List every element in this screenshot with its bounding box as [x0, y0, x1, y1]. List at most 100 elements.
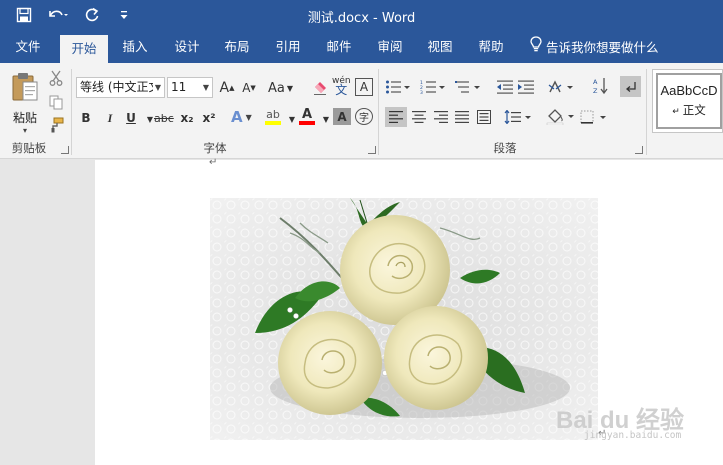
grow-font-button[interactable]: A ▲	[218, 78, 236, 98]
paste-button[interactable]: 粘贴 ▾	[8, 71, 42, 135]
styles-gallery[interactable]: AaBbCcD ↵ 正文	[652, 69, 723, 133]
enclose-chars-label: 字	[359, 113, 369, 124]
chevron-down-icon: ▼	[202, 83, 209, 92]
style-normal[interactable]: AaBbCcD ↵ 正文	[656, 73, 722, 129]
tab-layout[interactable]: 布局	[216, 32, 258, 63]
group-divider	[71, 69, 72, 155]
justify-button[interactable]	[452, 107, 472, 127]
font-color-bar	[299, 121, 315, 125]
clipboard-group-label: 剪贴板	[11, 141, 47, 155]
shading-button[interactable]	[546, 107, 576, 127]
lightbulb-icon	[530, 33, 542, 63]
phonetic-guide-glyph: 文	[335, 83, 348, 97]
decrease-indent-icon[interactable]	[496, 78, 514, 96]
char-border-button[interactable]: A	[355, 78, 373, 96]
font-size-combo[interactable]: 11 ▼	[167, 77, 213, 98]
group-divider	[646, 69, 647, 155]
borders-icon	[580, 110, 606, 124]
line-spacing-button[interactable]	[504, 107, 532, 127]
undo-icon[interactable]	[46, 5, 70, 25]
tab-references[interactable]: 引用	[267, 32, 309, 63]
clipboard-launcher-icon[interactable]	[61, 146, 69, 154]
paste-label: 粘贴	[12, 111, 37, 125]
paste-dropdown-icon[interactable]: ▾	[8, 126, 42, 135]
tab-insert[interactable]: 插入	[114, 32, 156, 63]
baidu-jingyan-watermark: Bai du 经验 jingyan.baidu.com	[556, 398, 706, 450]
tell-me-box[interactable]: 告诉我你想要做什么	[530, 32, 659, 63]
char-shading-button[interactable]: A	[333, 108, 351, 125]
paragraph-launcher-icon[interactable]	[635, 146, 643, 154]
style-sample: AaBbCcD	[660, 83, 718, 98]
change-case-button[interactable]: Aa ▼	[268, 78, 293, 98]
svg-text:A: A	[593, 78, 598, 86]
tab-help[interactable]: 帮助	[470, 32, 512, 63]
format-painter-icon[interactable]	[47, 116, 65, 134]
white-roses-picture	[210, 198, 598, 440]
align-center-button[interactable]	[409, 107, 429, 127]
paste-icon	[12, 73, 38, 101]
italic-button[interactable]: I	[101, 108, 119, 128]
bullets-icon[interactable]	[385, 78, 411, 96]
clear-formatting-icon[interactable]	[311, 79, 329, 97]
tab-home[interactable]: 开始	[60, 35, 108, 63]
copy-icon[interactable]	[47, 93, 65, 111]
quick-access-toolbar	[14, 5, 134, 25]
strikethrough-button[interactable]: abc	[154, 108, 174, 128]
char-border-label: A	[359, 80, 369, 94]
highlighter-icon: ab	[266, 108, 280, 121]
save-icon[interactable]	[14, 5, 34, 25]
tab-design[interactable]: 设计	[166, 32, 208, 63]
font-name-combo[interactable]: 等线 (中文正文 ▼	[76, 77, 165, 98]
align-left-button[interactable]	[385, 107, 407, 127]
distributed-button[interactable]	[474, 107, 494, 127]
borders-button[interactable]	[580, 107, 610, 127]
show-formatting-marks-icon[interactable]	[620, 76, 641, 97]
font-launcher-icon[interactable]	[368, 146, 376, 154]
line-spacing-icon	[504, 110, 531, 124]
redo-icon[interactable]	[82, 5, 102, 25]
text-effects-button[interactable]: A ▼	[231, 107, 252, 127]
font-size-value: 11	[171, 80, 187, 94]
paragraph-group-label: 段落	[493, 141, 517, 155]
ribbon: 粘贴 ▾ 剪贴板 等线 (中文正文 ▼ 11 ▼ A ▲ A ▼ Aa ▼ wén 文…	[0, 63, 723, 159]
tab-mailings[interactable]: 邮件	[318, 32, 360, 63]
multilevel-list-icon[interactable]	[455, 78, 481, 96]
tab-review[interactable]: 审阅	[369, 32, 411, 63]
highlight-color-bar	[265, 121, 281, 125]
increase-indent-icon[interactable]	[517, 78, 535, 96]
text-effects-label: A	[231, 108, 243, 126]
grow-font-label: A	[219, 80, 230, 96]
sort-icon[interactable]: AZ	[592, 77, 610, 95]
svg-text:Z: Z	[593, 87, 598, 95]
tab-view[interactable]: 视图	[419, 32, 461, 63]
phonetic-guide-button[interactable]: wén 文	[332, 76, 351, 97]
align-center-icon	[412, 111, 426, 123]
align-left-icon	[389, 111, 403, 123]
customize-qat-icon[interactable]	[114, 5, 134, 25]
font-group-label: 字体	[203, 141, 227, 155]
chinese-layout-icon[interactable]	[548, 78, 574, 96]
font-color-label: A	[301, 107, 313, 122]
svg-text:3: 3	[420, 90, 423, 94]
justify-icon	[455, 111, 469, 123]
paint-bucket-icon	[546, 109, 574, 125]
highlight-button[interactable]: ab	[264, 107, 282, 127]
tab-file[interactable]: 文件	[6, 32, 50, 63]
subscript-button[interactable]: x₂	[178, 108, 196, 128]
style-name: ↵ 正文	[672, 103, 706, 117]
char-shading-label: A	[337, 109, 347, 124]
cut-icon[interactable]	[47, 69, 65, 87]
shrink-font-label: A	[242, 81, 251, 95]
superscript-button[interactable]: x²	[200, 108, 218, 128]
numbering-icon[interactable]: 123	[420, 78, 446, 96]
font-color-button[interactable]: A	[298, 107, 316, 127]
underline-button[interactable]: U	[122, 108, 140, 128]
change-case-label: Aa	[268, 80, 285, 96]
ribbon-tabs: 文件 开始 插入 设计 布局 引用 邮件 审阅 视图 帮助 告诉我你想要做什么	[0, 32, 723, 63]
bold-button[interactable]: B	[77, 108, 95, 128]
enclose-chars-button[interactable]: 字	[355, 108, 373, 125]
shrink-font-button[interactable]: A ▼	[240, 78, 258, 98]
watermark-url: jingyan.baidu.com	[584, 430, 682, 441]
align-right-button[interactable]	[431, 107, 451, 127]
inserted-picture[interactable]	[210, 198, 598, 440]
